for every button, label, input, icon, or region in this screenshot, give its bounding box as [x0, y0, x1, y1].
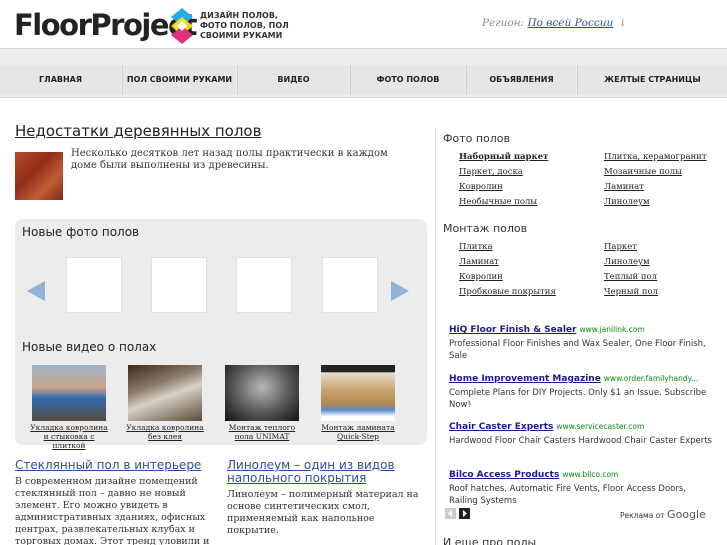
logo-diamond-icon [171, 8, 193, 44]
article-title[interactable]: Стеклянный пол в интерьере [15, 459, 210, 472]
chevron-left-icon [448, 510, 452, 517]
ad-text: Hardwood Floor Chair Casters Hardwood Ch… [449, 436, 712, 446]
ad-title[interactable]: Bilco Access Products [449, 470, 559, 480]
floor-mounting-heading: Монтаж полов [443, 222, 528, 235]
nav-home[interactable]: ГЛАВНАЯ [0, 65, 121, 95]
sidebar-link-tile-mount[interactable]: Плитка [459, 242, 493, 252]
ad-url[interactable]: www.servicecaster.com [556, 422, 644, 431]
sidebar-link-warm-floor[interactable]: Теплый пол [604, 272, 657, 282]
sidebar-link-parquet-mount[interactable]: Паркет [604, 242, 637, 252]
ads-by-google[interactable]: Реклама от Google [620, 508, 706, 521]
arrow-down-icon[interactable]: ↓ [619, 18, 627, 29]
video-caption[interactable]: Монтаж теплого пола UNIMAT [222, 423, 302, 441]
sidebar-link-unusual[interactable]: Необычные полы [459, 197, 537, 207]
column-divider [435, 128, 436, 545]
ad-title[interactable]: HiQ Floor Finish & Sealer [449, 325, 576, 335]
nav-floor-photos[interactable]: ФОТО ПОЛОВ [350, 65, 465, 95]
photo-thumbnail[interactable] [66, 257, 122, 313]
sidebar-link-parquet-board[interactable]: Паркет, доска [459, 167, 523, 177]
more-about-floors-heading: И еще про полы [443, 536, 537, 545]
ad-next-button[interactable] [459, 508, 470, 519]
chevron-right-icon [463, 510, 467, 517]
ad-prev-button[interactable] [445, 508, 456, 519]
photos-section-title: Новые фото полов [22, 225, 140, 239]
sidebar-link-mosaic[interactable]: Мозаичные полы [604, 167, 682, 177]
video-caption[interactable]: Укладка ковролина без клея [125, 423, 205, 441]
sidebar-link-carpet[interactable]: Ковролин [459, 182, 503, 192]
photo-thumbnail[interactable] [322, 257, 378, 313]
sidebar-link-tile[interactable]: Плитка, керамогранит [604, 152, 707, 162]
nav-diy-floor[interactable]: ПОЛ СВОИМИ РУКАМИ [122, 65, 236, 95]
video-thumbnail[interactable] [321, 365, 395, 421]
sidebar-link-laminate[interactable]: Ламинат [604, 182, 644, 192]
site-tagline: ДИЗАЙН ПОЛОВ, ФОТО ПОЛОВ, ПОЛ СВОИМИ РУК… [200, 11, 289, 40]
region-label: Регион: [482, 17, 525, 29]
nav-video[interactable]: ВИДЕО [237, 65, 349, 95]
header: FloorProject ДИЗАЙН ПОЛОВ, ФОТО ПОЛОВ, П… [0, 0, 727, 48]
photo-floors-heading: Фото полов [443, 132, 510, 145]
media-gallery: Новые фото полов Новые видео о полах Укл… [15, 219, 427, 450]
google-logo[interactable]: Google [667, 508, 706, 521]
sidebar-link-linoleum-mount[interactable]: Линолеум [604, 257, 650, 267]
arrow-left-icon[interactable] [27, 281, 45, 301]
article-card: Линолеум – один из видов напольного покр… [227, 459, 427, 537]
ad-text: Professional Floor Finishes and Wax Seal… [449, 339, 706, 361]
ad-block: HiQ Floor Finish & Sealer www.janilink.co… [449, 317, 714, 362]
article-text: В современном дизайне помещений стеклянн… [15, 476, 210, 545]
video-thumbnail[interactable] [32, 365, 106, 421]
article-card: Стеклянный пол в интерьере В современном… [15, 459, 210, 545]
sidebar-link-cork[interactable]: Пробковые покрытия [459, 287, 556, 297]
ad-title[interactable]: Chair Caster Experts [449, 422, 553, 432]
region-selector: Регион: По всей России ↓ [482, 17, 627, 29]
arrow-right-icon[interactable] [391, 281, 409, 301]
video-caption[interactable]: Монтаж ламината Quick-Step [318, 423, 398, 441]
video-thumbnail[interactable] [225, 365, 299, 421]
main-nav: ГЛАВНАЯ ПОЛ СВОИМИ РУКАМИ ВИДЕО ФОТО ПОЛ… [0, 48, 727, 98]
article-title[interactable]: Линолеум – один из видов напольного покр… [227, 459, 427, 485]
ad-text: Complete Plans for DIY Projects. Only $1… [449, 388, 707, 410]
region-link[interactable]: По всей России [527, 17, 613, 29]
sidebar-link-laminate-mount[interactable]: Ламинат [459, 257, 499, 267]
ad-block: Chair Caster Experts www.servicecaster.co… [449, 414, 714, 447]
ad-text: Roof hatches, Automatic Fire Vents, Floo… [449, 484, 686, 506]
video-item[interactable]: Укладка ковролина и стыковка с плиткой [29, 365, 109, 450]
video-caption[interactable]: Укладка ковролина и стыковка с плиткой [29, 423, 109, 450]
ad-block: Bilco Access Products www.bilco.com Roof … [449, 462, 714, 507]
ad-title[interactable]: Home Improvement Magazine [449, 374, 601, 384]
site-logo[interactable]: FloorProject [14, 8, 198, 42]
article-text: Линолеум – полимерный материал на основе… [227, 489, 419, 536]
article-thumbnail[interactable] [15, 152, 63, 200]
photo-thumbnail[interactable] [151, 257, 207, 313]
video-item[interactable]: Укладка ковролина без клея [125, 365, 205, 441]
page-title[interactable]: Недостатки деревянных полов [15, 122, 261, 140]
intro-text: Несколько десятков лет назад полы практи… [71, 148, 388, 171]
ad-block: Home Improvement Magazine www.order.famil… [449, 366, 714, 411]
sidebar-link-subfloor[interactable]: Черный пол [604, 287, 658, 297]
sidebar-link-carpet-mount[interactable]: Ковролин [459, 272, 503, 282]
photo-thumbnail[interactable] [236, 257, 292, 313]
video-thumbnail[interactable] [128, 365, 202, 421]
ad-url[interactable]: www.order.familyhandy... [604, 374, 698, 383]
video-item[interactable]: Монтаж теплого пола UNIMAT [222, 365, 302, 441]
videos-section-title: Новые видео о полах [22, 340, 157, 354]
sidebar-link-linoleum[interactable]: Линолеум [604, 197, 650, 207]
ad-url[interactable]: www.bilco.com [562, 470, 618, 479]
nav-ads[interactable]: ОБЪЯВЛЕНИЯ [466, 65, 576, 95]
nav-yellow-pages[interactable]: ЖЕЛТЫЕ СТРАНИЦЫ [577, 65, 727, 95]
video-item[interactable]: Монтаж ламината Quick-Step [318, 365, 398, 441]
ads-by-label: Реклама от [620, 511, 665, 520]
ad-url[interactable]: www.janilink.com [579, 325, 644, 334]
sidebar-link-inlaid-parquet[interactable]: Наборный паркет [459, 152, 548, 162]
